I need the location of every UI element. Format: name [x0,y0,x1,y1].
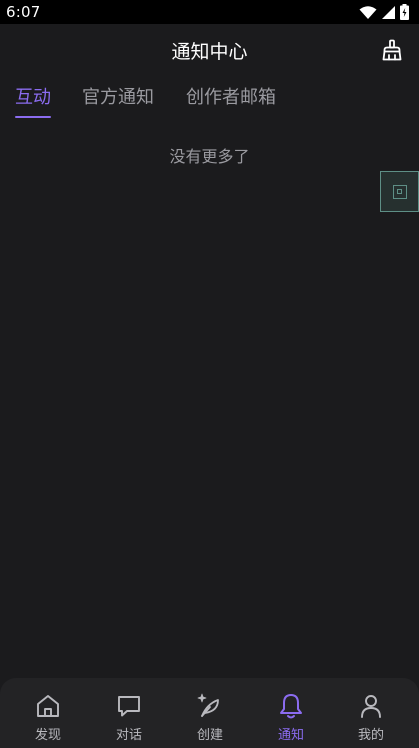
clear-notifications-button[interactable] [379,37,405,63]
tab-creator-mailbox[interactable]: 创作者邮箱 [186,84,276,118]
nav-label: 我的 [357,728,384,743]
broom-icon [382,39,402,61]
tab-official-notices[interactable]: 官方通知 [82,84,154,118]
nav-item-profile[interactable]: 我的 [329,678,413,748]
nav-label: 发现 [34,728,61,743]
chat-icon [118,696,140,717]
tab-label: 创作者邮箱 [186,87,276,108]
tab-interaction[interactable]: 互动 [15,84,51,118]
status-time: 6:07 [6,3,41,21]
nav-item-chat[interactable]: 对话 [87,678,171,748]
wifi-icon [359,5,377,19]
nav-item-notifications[interactable]: 通知 [249,678,333,748]
bell-icon [280,694,302,719]
window-icon [392,184,407,199]
bottom-nav: 发现 对话 创建 通知 我的 [0,678,419,748]
nav-label: 通知 [277,728,304,743]
signal-icon [382,5,395,19]
home-icon [37,695,59,717]
status-bar: 6:07 [0,0,419,24]
status-icons [359,4,409,20]
page-title: 通知中心 [171,40,248,63]
tab-label: 官方通知 [82,87,154,108]
floating-window-button[interactable] [380,171,419,212]
notification-tabs: 互动 官方通知 创作者邮箱 [0,84,419,120]
empty-state-text: 没有更多了 [169,147,250,166]
tab-label: 互动 [15,87,51,108]
nav-item-create[interactable]: 创建 [168,678,252,748]
header: 通知中心 [0,24,419,76]
nav-item-discover[interactable]: 发现 [6,678,90,748]
battery-icon [400,4,409,20]
feather-icon [197,693,219,717]
active-tab-indicator [15,116,51,118]
nav-label: 创建 [196,728,223,743]
nav-label: 对话 [115,728,142,743]
person-icon [361,695,381,718]
